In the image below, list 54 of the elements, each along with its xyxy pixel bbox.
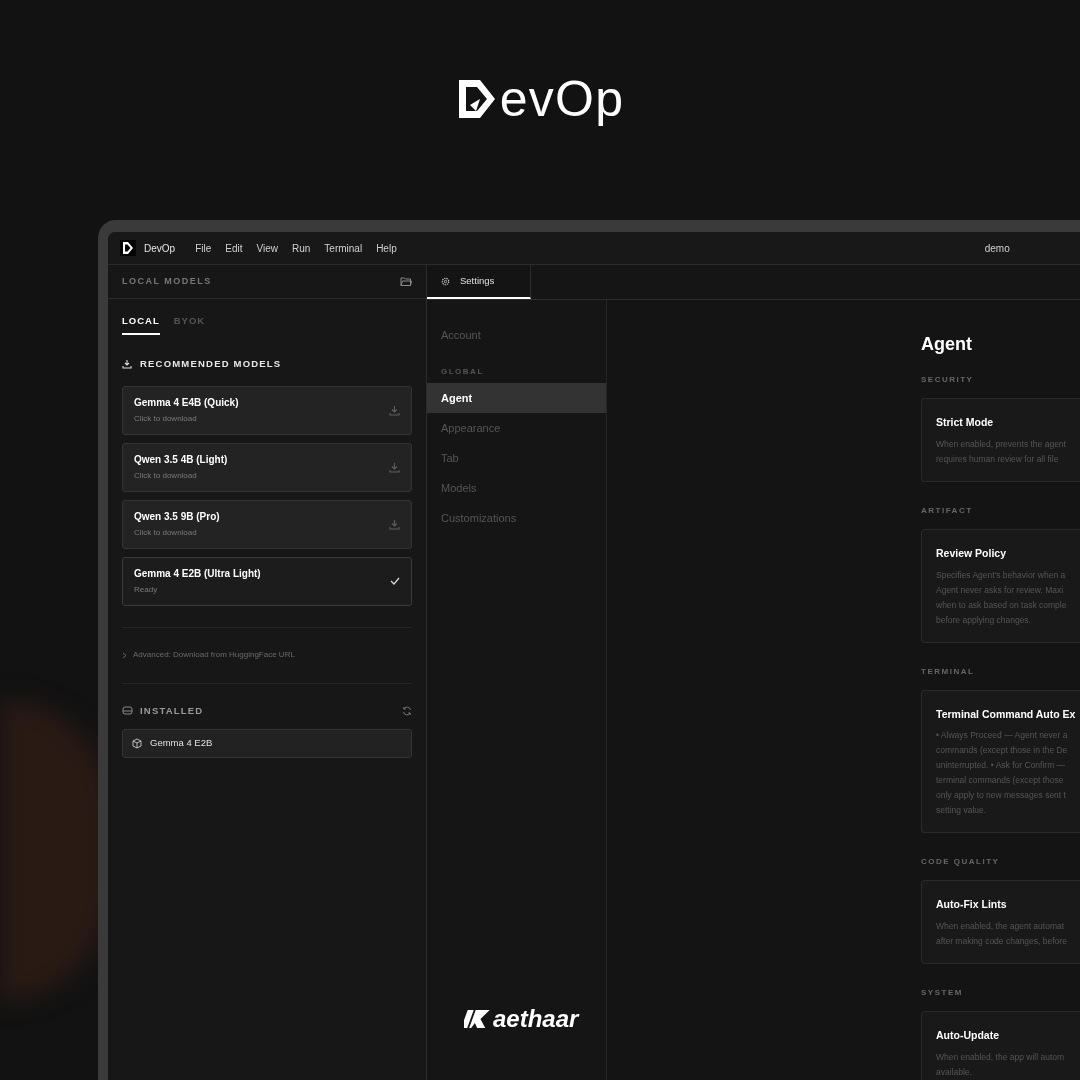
model-name: Qwen 3.5 4B (Light) (134, 453, 228, 467)
section-heading: SYSTEM (921, 987, 964, 999)
drive-icon (122, 706, 133, 716)
logo-text: evOp (499, 74, 625, 124)
section-heading: ARTIFACT (921, 504, 974, 517)
cube-icon (132, 737, 142, 749)
menu-item[interactable]: Terminal (324, 240, 363, 256)
menu-item[interactable]: Edit (225, 240, 243, 256)
menu-item[interactable]: File (195, 240, 212, 256)
model-status: Ready (134, 584, 159, 596)
section-heading: TERMINAL (921, 665, 976, 678)
model-name: Qwen 3.5 9B (Pro) (134, 510, 220, 524)
app-name: DevOp (144, 241, 176, 256)
section-title: INSTALLED (140, 703, 204, 718)
setting-title: Strict Mode (936, 415, 995, 430)
nav-heading: GLOBAL (440, 366, 485, 378)
model-name: Gemma 4 E2B (150, 736, 213, 751)
download-icon (122, 359, 132, 370)
model-card[interactable]: Gemma 4 E4B (Quick) Click to download (122, 385, 412, 435)
panel-title: LOCAL MODELS (122, 274, 212, 288)
model-card[interactable]: Qwen 3.5 9B (Pro) Click to download (122, 499, 412, 549)
brand-icon (464, 1008, 490, 1030)
download-icon[interactable] (389, 518, 400, 530)
brand-logo-text: aethaar (493, 1007, 579, 1031)
chevron-right-icon (122, 651, 127, 659)
app-logo-icon (120, 240, 136, 256)
section-title: RECOMMENDED MODELS (140, 357, 282, 372)
setting-title: Auto-Update (936, 1028, 1000, 1043)
tab[interactable]: LOCAL (122, 314, 160, 336)
setting-title: Auto-Fix Lints (936, 897, 1008, 913)
model-status: Click to download (134, 413, 198, 425)
folder-icon[interactable] (400, 276, 412, 287)
workspace-name: demo (984, 241, 1010, 256)
nav-item[interactable]: Agent (427, 383, 606, 413)
menu-item[interactable]: Run (292, 240, 311, 256)
model-card[interactable]: Qwen 3.5 4B (Light) Click to download (122, 442, 412, 492)
setting-title: Terminal Command Auto Ex (936, 706, 1077, 722)
page-title: Agent (921, 333, 973, 356)
model-status: Click to download (134, 470, 198, 482)
settings-tab[interactable]: Settings (427, 265, 531, 299)
model-card[interactable]: Gemma 4 E2B (Ultra Light) Ready (122, 556, 412, 606)
download-icon[interactable] (389, 461, 400, 473)
section-heading: CODE QUALITY (921, 856, 1001, 869)
model-name: Gemma 4 E2B (Ultra Light) (134, 567, 261, 581)
menu-item[interactable]: View (256, 240, 278, 256)
menu-item[interactable]: Help (376, 240, 397, 256)
model-status: Click to download (134, 527, 198, 539)
section-heading: SECURITY (921, 374, 975, 386)
installed-model-item[interactable]: Gemma 4 E2B (122, 728, 412, 758)
model-name: Gemma 4 E4B (Quick) (134, 396, 239, 410)
refresh-icon[interactable] (402, 705, 412, 716)
settings-icon (441, 276, 450, 286)
setting-title: Review Policy (936, 545, 1008, 561)
download-icon[interactable] (389, 404, 400, 416)
